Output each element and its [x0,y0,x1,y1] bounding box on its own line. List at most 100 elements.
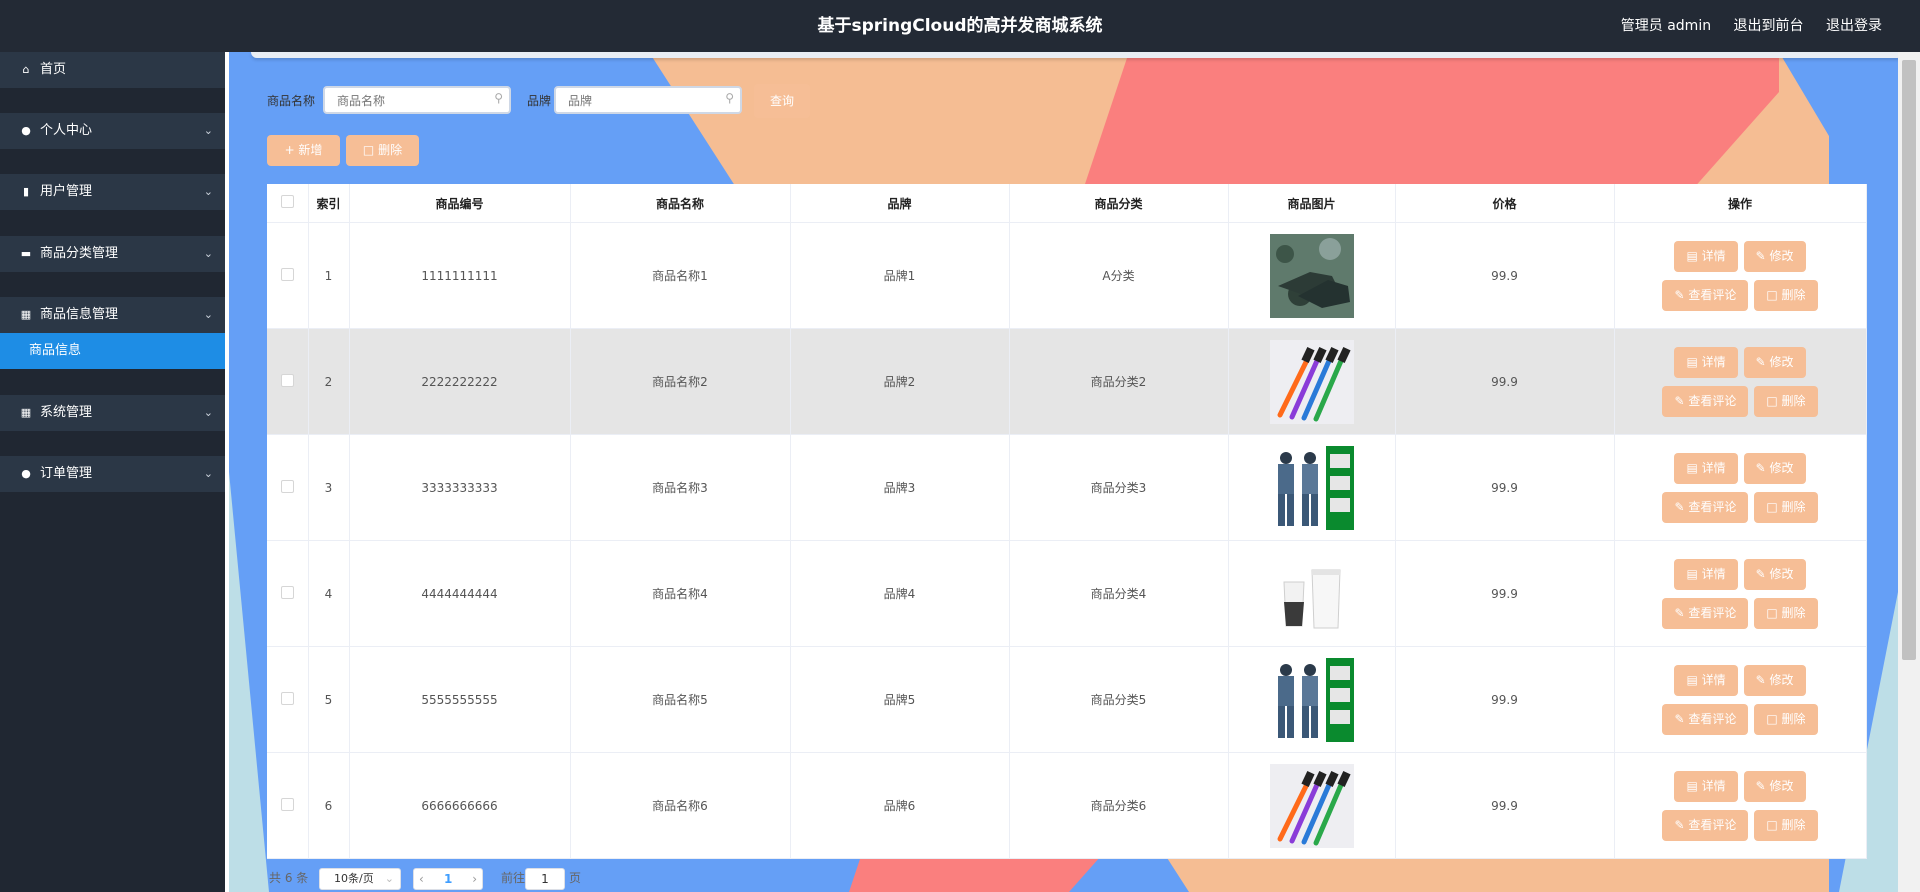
sidebar-item-products[interactable]: ▦ 商品信息管理 ⌄ [0,297,225,333]
sidebar-item-home[interactable]: ⌂ 首页 [0,52,225,88]
cell-category: 商品分类3 [1009,434,1229,541]
monitor-icon: ▬ [20,247,32,260]
detail-button[interactable]: ▤ 详情 [1674,240,1738,272]
cell-brand: 品牌6 [790,752,1010,859]
scrollbar[interactable] [1898,52,1920,892]
detail-button[interactable]: ▤ 详情 [1674,770,1738,802]
view-comments-button[interactable]: ✎ 查看评论 [1662,385,1749,417]
cell-image [1228,222,1396,329]
scrollbar-thumb[interactable] [1902,60,1916,660]
chevron-down-icon: ⌄ [203,406,213,419]
view-comments-button[interactable]: ✎ 查看评论 [1662,809,1749,841]
page-size-select[interactable]: 10条/页 ⌄ [319,868,401,890]
col-header-code: 商品编号 [349,184,571,223]
table-row[interactable]: 4 4444444444 商品名称4 品牌4 商品分类4 99.9 ▤ 详情 ✎ 修改 ✎ 查看… [267,540,1867,647]
cell-category: 商品分类6 [1009,752,1229,859]
product-image [1269,445,1354,530]
pin-icon: ● [21,467,31,480]
cell-price: 99.9 [1395,434,1615,541]
table-row[interactable]: 1 1111111111 商品名称1 品牌1 A分类 99.9 ▤ 详情 ✎ 修改 ✎ 查看评论… [267,222,1867,329]
goto-label: 前往 [501,871,526,885]
cell-code: 5555555555 [349,646,571,753]
row-delete-button[interactable]: □ 删除 [1754,597,1818,629]
row-delete-button[interactable]: □ 删除 [1754,491,1818,523]
cell-brand: 品牌5 [790,646,1010,753]
goto-page-input[interactable]: 1 [525,868,565,890]
admin-user-label[interactable]: 管理员 admin [1621,18,1711,34]
col-header-actions: 操作 [1614,184,1867,223]
home-icon: ⌂ [22,63,30,76]
product-name-label: 商品名称 [267,94,316,108]
main-content: 商品名称 ⚲ 品牌 ⚲ 查询 + 新增 □ 删除 索引 商品编号 [229,52,1920,892]
batch-delete-button[interactable]: □ 删除 [346,135,419,166]
product-name-field[interactable]: ⚲ [323,86,511,114]
cell-name: 商品名称5 [570,646,791,753]
chevron-down-icon: ⌄ [384,872,394,885]
col-header-brand: 品牌 [790,184,1010,223]
edit-button[interactable]: ✎ 修改 [1743,346,1806,378]
prev-page-button[interactable]: ‹ [419,869,424,889]
detail-button[interactable]: ▤ 详情 [1674,452,1738,484]
user-icon: ● [21,124,31,137]
cell-image [1228,646,1396,753]
brand-input[interactable] [556,88,720,114]
row-delete-button[interactable]: □ 删除 [1754,809,1818,841]
row-select-cell [267,540,309,647]
row-checkbox[interactable] [280,797,294,811]
chevron-down-icon: ⌄ [203,308,213,321]
sidebar-item-users[interactable]: ▮ 用户管理 ⌄ [0,174,225,210]
cell-image [1228,540,1396,647]
view-comments-button[interactable]: ✎ 查看评论 [1662,491,1749,523]
row-checkbox[interactable] [280,585,294,599]
row-delete-button[interactable]: □ 删除 [1754,385,1818,417]
row-checkbox[interactable] [280,691,294,705]
clipboard-icon: ▮ [22,185,30,198]
view-comments-button[interactable]: ✎ 查看评论 [1662,703,1749,735]
table-row[interactable]: 6 6666666666 商品名称6 品牌6 商品分类6 99.9 ▤ 详情 ✎ 修改 ✎ 查看… [267,752,1867,859]
search-icon: ⚲ [725,91,734,105]
cell-category: 商品分类5 [1009,646,1229,753]
pagination-total: 共 6 条 [269,871,309,885]
row-delete-button[interactable]: □ 删除 [1754,703,1818,735]
col-header-index: 索引 [308,184,350,223]
sidebar-item-profile[interactable]: ● 个人中心 ⌄ [0,113,225,149]
query-button[interactable]: 查询 [754,84,810,118]
select-all-checkbox[interactable] [280,195,294,208]
view-comments-button[interactable]: ✎ 查看评论 [1662,279,1749,311]
table-row[interactable]: 2 2222222222 商品名称2 品牌2 商品分类2 99.9 ▤ 详情 ✎ 修改 ✎ 查看… [267,328,1867,435]
view-comments-button[interactable]: ✎ 查看评论 [1662,597,1749,629]
add-button[interactable]: + 新增 [267,135,340,166]
cell-brand: 品牌3 [790,434,1010,541]
sidebar-item-orders[interactable]: ● 订单管理 ⌄ [0,456,225,492]
sidebar-item-system[interactable]: ▦ 系统管理 ⌄ [0,395,225,431]
detail-button[interactable]: ▤ 详情 [1674,346,1738,378]
cell-image [1228,752,1396,859]
next-page-button[interactable]: › [472,869,477,889]
sidebar-item-categories[interactable]: ▬ 商品分类管理 ⌄ [0,236,225,272]
edit-button[interactable]: ✎ 修改 [1743,558,1806,590]
row-delete-button[interactable]: □ 删除 [1754,279,1818,311]
detail-button[interactable]: ▤ 详情 [1674,558,1738,590]
edit-button[interactable]: ✎ 修改 [1743,452,1806,484]
sidebar: ⌂ 首页 ● 个人中心 ⌄ ▮ 用户管理 ⌄ ▬ 商品分类管理 ⌄ ▦ 商品信息… [0,52,225,892]
row-checkbox[interactable] [280,479,294,493]
table-row[interactable]: 5 5555555555 商品名称5 品牌5 商品分类5 99.9 ▤ 详情 ✎ 修改 ✎ 查看… [267,646,1867,753]
detail-button[interactable]: ▤ 详情 [1674,664,1738,696]
edit-button[interactable]: ✎ 修改 [1743,770,1806,802]
cell-code: 4444444444 [349,540,571,647]
table-row[interactable]: 3 3333333333 商品名称3 品牌3 商品分类3 99.9 ▤ 详情 ✎ 修改 ✎ 查看… [267,434,1867,541]
top-bar: 基于springCloud的高并发商城系统 管理员 admin 退出到前台 退出… [0,0,1920,52]
exit-to-front-link[interactable]: 退出到前台 [1734,18,1804,34]
cell-price: 99.9 [1395,222,1615,329]
brand-field[interactable]: ⚲ [554,86,742,114]
page-number-current[interactable]: 1 [444,869,452,889]
edit-button[interactable]: ✎ 修改 [1743,664,1806,696]
row-checkbox[interactable] [280,267,294,281]
edit-button[interactable]: ✎ 修改 [1743,240,1806,272]
cell-actions: ▤ 详情 ✎ 修改 ✎ 查看评论 □ 删除 [1614,752,1867,859]
cell-brand: 品牌4 [790,540,1010,647]
sidebar-subitem-product-info[interactable]: 商品信息 [0,333,225,369]
logout-link[interactable]: 退出登录 [1826,18,1882,34]
product-name-input[interactable] [325,88,489,114]
row-checkbox[interactable] [280,373,294,387]
